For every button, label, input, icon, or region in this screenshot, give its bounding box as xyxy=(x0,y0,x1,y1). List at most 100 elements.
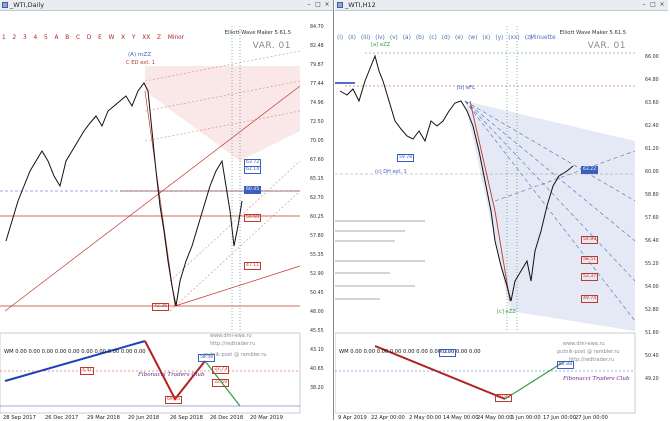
minimize-button[interactable]: – xyxy=(640,1,648,8)
wave-button-w[interactable]: W xyxy=(109,35,115,41)
contact-email: putnik-post @ rambler.ru xyxy=(557,349,620,355)
x-tick: 9 Apr 2019 xyxy=(338,415,367,421)
y-tick: 67.60 xyxy=(310,158,324,163)
wave-button-b[interactable]: (b) xyxy=(416,35,424,41)
wave-degree-button[interactable]: Minor xyxy=(168,35,184,41)
osc-tag: 69.15 xyxy=(165,396,183,404)
y-tick: 63.60 xyxy=(645,101,659,106)
wave-label-buttons[interactable]: 1 2 3 4 5 A B C D E W X Y XX Z Minor xyxy=(2,35,191,41)
x-tick: 14 May 00:00 xyxy=(443,415,479,421)
wave-button-b[interactable]: B xyxy=(65,35,69,41)
y-tick: 43.10 xyxy=(310,348,324,353)
wave-button-y[interactable]: Y xyxy=(132,35,136,41)
price-tag: 53.51 xyxy=(581,256,599,264)
osc-tag: 4.41 xyxy=(80,367,95,375)
price-tag: 42.36 xyxy=(152,303,170,311)
close-button[interactable]: × xyxy=(323,1,331,8)
window-titlebar[interactable]: _WTI,Daily – □ × xyxy=(0,0,333,11)
y-tick: 79.87 xyxy=(310,63,324,68)
y-tick: 60.25 xyxy=(310,215,324,220)
current-price-tag: 60.45 xyxy=(244,186,262,194)
wm-oscillator-readout: WM 0.00 0.00 0.00 0.00 0.00 0.00 0.00 0.… xyxy=(339,349,481,355)
window-title: _WTI,H12 xyxy=(345,1,376,9)
x-tick: 20 Mar 2019 xyxy=(250,415,283,421)
indicator-name: Elliott Wave Maker 5.61.5 xyxy=(559,30,626,36)
wave-button-ii[interactable]: (ii) xyxy=(348,35,356,41)
y-tick: 52.90 xyxy=(310,272,324,277)
y-tick: 45.55 xyxy=(310,329,324,334)
wave-button-iv[interactable]: (iv) xyxy=(375,35,385,41)
wave-button-d[interactable]: D xyxy=(87,35,91,41)
x-tick: 24 May 00:00 xyxy=(477,415,513,421)
website-url: http://redtrader.ru xyxy=(569,357,615,363)
wave-button-1[interactable]: 1 xyxy=(2,35,6,41)
wave-button-c[interactable]: (c) xyxy=(429,35,437,41)
osc-tag: 33.73 xyxy=(212,366,230,374)
x-tick: 26 Dec 2017 xyxy=(45,415,79,421)
x-tick: 2 May 00:00 xyxy=(409,415,442,421)
maximize-button[interactable]: □ xyxy=(314,1,322,8)
wave-button-z[interactable]: Z xyxy=(157,35,161,41)
price-chart-area[interactable]: 1 2 3 4 5 A B C D E W X Y XX Z Minor Elliott Wave Maker… xyxy=(0,11,334,421)
wave-label-a-mzz: (A) mZZ xyxy=(128,52,152,58)
maximize-button[interactable]: □ xyxy=(649,1,657,8)
y-tick: 60.00 xyxy=(645,170,659,175)
x-tick: 20 Jun 2018 xyxy=(128,415,160,421)
close-button[interactable]: × xyxy=(658,1,666,8)
wave-label-c-ezz: [c] eZZ xyxy=(497,309,516,315)
fibonacci-club-watermark: Fibonacci Traders Club xyxy=(138,372,205,378)
y-tick: 51.60 xyxy=(645,331,659,336)
wave-button-y[interactable]: (y) xyxy=(495,35,503,41)
wave-label-c-ed: C ED ext. 1 xyxy=(126,60,155,66)
minimize-button[interactable]: – xyxy=(305,1,313,8)
y-tick: 54.00 xyxy=(645,285,659,290)
wave-button-v[interactable]: (v) xyxy=(390,35,398,41)
wave-button-e[interactable]: E xyxy=(98,35,102,41)
wave-button-w[interactable]: (w) xyxy=(468,35,477,41)
x-tick: 27 Jun 00:00 xyxy=(575,415,608,421)
wave-label-buttons[interactable]: (i) (ii) (iii) (iv) (v) (a) (b) (c) (d) (e) (w) (x)… xyxy=(337,35,537,41)
price-chart-area[interactable]: (i) (ii) (iii) (iv) (v) (a) (b) (c) (d) (e) (w) (x)… xyxy=(335,11,668,421)
wave-button-a[interactable]: A xyxy=(55,35,59,41)
x-tick: 26 Dec 2018 xyxy=(210,415,244,421)
wave-button-5[interactable]: 5 xyxy=(44,35,48,41)
y-tick: 55.35 xyxy=(310,253,324,258)
y-tick: 66.00 xyxy=(645,55,659,60)
wave-button-d[interactable]: (d) xyxy=(442,35,450,41)
wave-button-x[interactable]: (x) xyxy=(482,35,490,41)
y-tick: 50.40 xyxy=(645,354,659,359)
y-tick: 61.20 xyxy=(645,147,659,152)
website-url: www.dmi-ewa.ru xyxy=(210,333,252,339)
wave-button-a[interactable]: (a) xyxy=(403,35,411,41)
osc-tag: 40.89 xyxy=(495,394,513,402)
wave-button-xx[interactable]: (xx) xyxy=(508,35,519,41)
wave-button-xx[interactable]: XX xyxy=(142,35,150,41)
wave-button-c[interactable]: C xyxy=(76,35,80,41)
wave-button-x[interactable]: X xyxy=(121,35,125,41)
chart-window-icon xyxy=(337,2,343,8)
wave-label-b-efl: [b] eFL xyxy=(457,85,476,91)
h12-chart-window[interactable]: _WTI,H12 – □ × (i) (ii) (iii) (iv) (v) (… xyxy=(335,0,668,421)
fibonacci-club-watermark: Fibonacci Traders Club xyxy=(563,376,630,382)
wave-button-2[interactable]: 2 xyxy=(13,35,17,41)
wave-button-4[interactable]: 4 xyxy=(34,35,38,41)
wave-button-e[interactable]: (e) xyxy=(455,35,463,41)
price-axis: 84.70 82.48 79.87 77.44 74.96 72.50 70.0… xyxy=(310,25,334,405)
x-tick: 26 Sep 2018 xyxy=(170,415,203,421)
variant-label: VAR. 01 xyxy=(252,41,291,51)
website-url: http://redtrader.ru xyxy=(210,341,256,347)
daily-chart-window[interactable]: _WTI,Daily – □ × 1 2 3 4 5 A B C D E W X… xyxy=(0,0,334,421)
x-tick: 5 Jun 00:00 xyxy=(511,415,541,421)
price-tag: 49.74 xyxy=(581,295,599,303)
x-tick: 22 Apr 00:00 xyxy=(371,415,405,421)
x-tick: 28 Sep 2017 xyxy=(3,415,36,421)
wave-degree-button[interactable]: Minuette xyxy=(530,35,556,41)
wave-button-iii[interactable]: (iii) xyxy=(361,35,370,41)
wave-button-3[interactable]: 3 xyxy=(23,35,27,41)
wave-button-i[interactable]: (i) xyxy=(337,35,343,41)
y-tick: 70.05 xyxy=(310,139,324,144)
variant-label: VAR. 01 xyxy=(587,41,626,51)
y-tick: 62.70 xyxy=(310,196,324,201)
y-tick: 57.60 xyxy=(645,216,659,221)
window-titlebar[interactable]: _WTI,H12 – □ × xyxy=(335,0,668,11)
